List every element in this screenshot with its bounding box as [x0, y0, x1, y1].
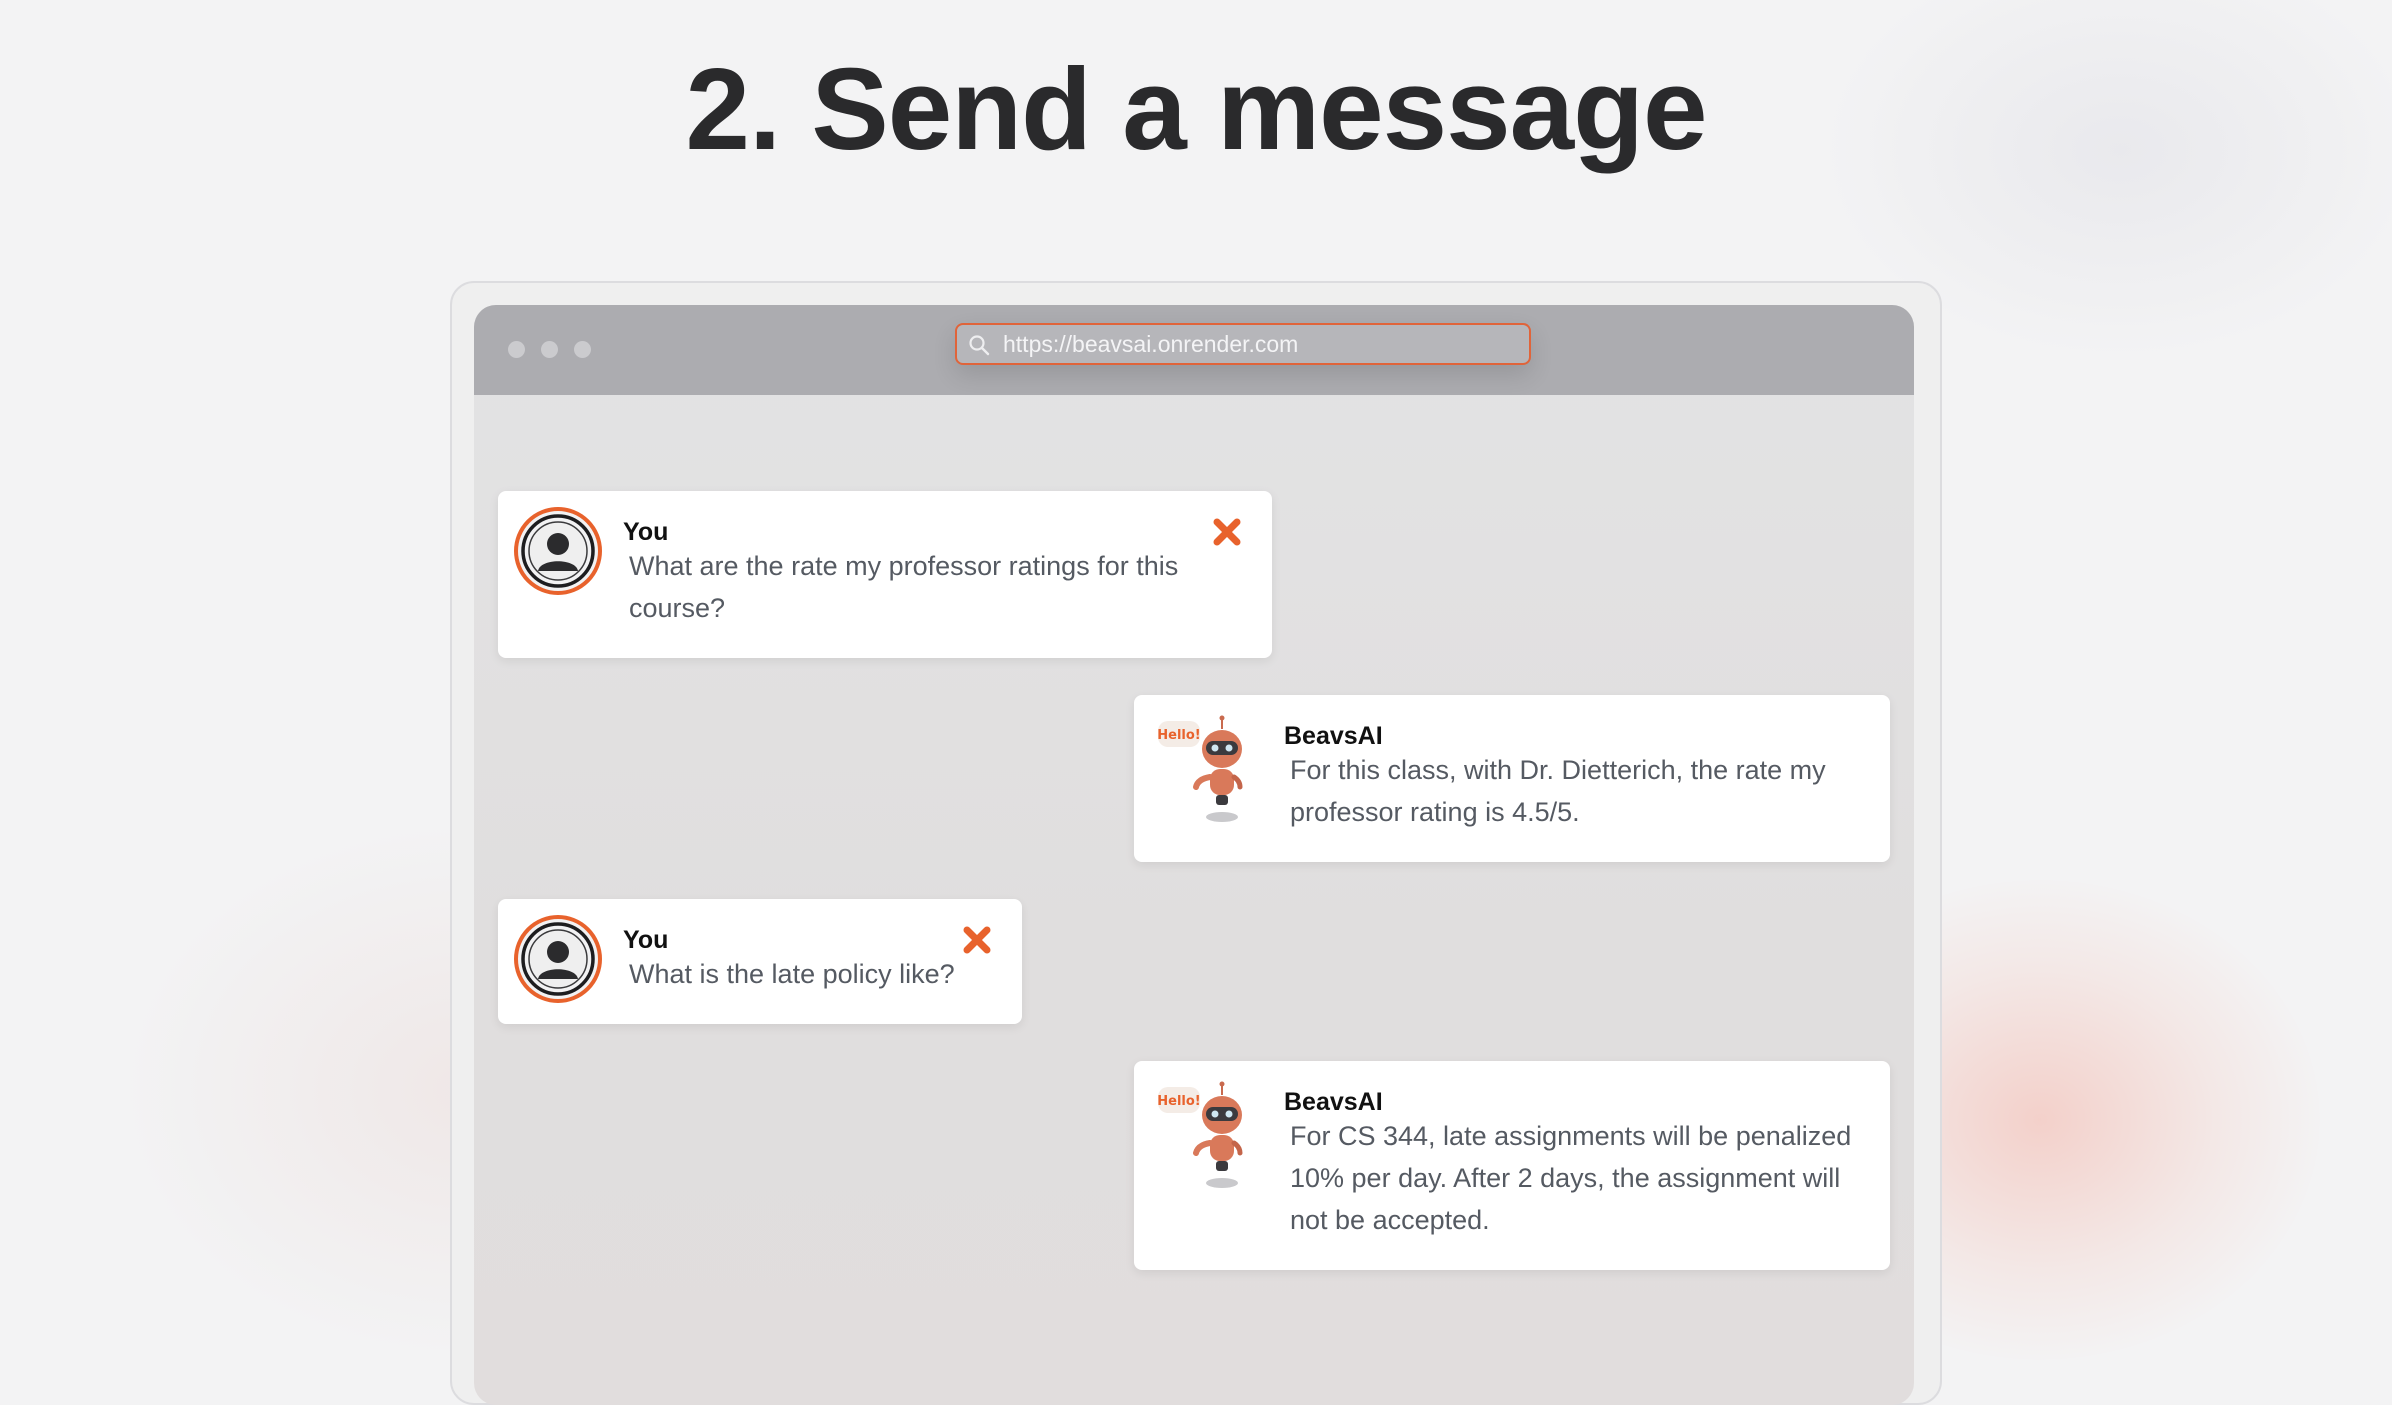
message-sender: You: [623, 926, 669, 954]
message-text: What are the rate my professor ratings f…: [629, 551, 1179, 623]
robot-hello-badge: Hello!: [1157, 728, 1200, 743]
window-dot-maximize[interactable]: [574, 341, 591, 358]
message-sender: BeavsAI: [1284, 1088, 1383, 1116]
close-x-icon[interactable]: [1212, 517, 1242, 547]
address-bar-url: https://beavsai.onrender.com: [1003, 331, 1299, 357]
browser-titlebar: https://beavsai.onrender.com: [474, 305, 1914, 395]
user-avatar-icon: [514, 915, 602, 1003]
window-dot-close[interactable]: [508, 341, 525, 358]
bot-message-card: Hello! BeavsAI For this class, with Dr. …: [1134, 695, 1890, 862]
robot-hello-badge: Hello!: [1157, 1094, 1200, 1109]
message-sender: You: [623, 518, 669, 546]
message-text: What is the late policy like?: [629, 959, 955, 989]
user-message-card: You What are the rate my professor ratin…: [498, 491, 1272, 658]
page-title: 2. Send a message: [685, 44, 1707, 174]
close-x-icon[interactable]: [962, 925, 992, 955]
message-text: For this class, with Dr. Dietterich, the…: [1290, 755, 1826, 827]
search-icon: [969, 335, 990, 356]
bot-message-card: Hello! BeavsAI For CS 344, late assignme…: [1134, 1061, 1890, 1270]
address-bar[interactable]: https://beavsai.onrender.com: [955, 323, 1531, 365]
robot-icon: Hello!: [1157, 715, 1243, 822]
window-dot-minimize[interactable]: [541, 341, 558, 358]
robot-icon: Hello!: [1157, 1081, 1243, 1188]
browser-window: https://beavsai.onrender.com You What ar…: [474, 305, 1914, 1405]
message-sender: BeavsAI: [1284, 722, 1383, 750]
user-message-card: You What is the late policy like?: [498, 899, 1022, 1024]
user-avatar-icon: [514, 507, 602, 595]
message-text: For CS 344, late assignments will be pen…: [1290, 1121, 1852, 1235]
